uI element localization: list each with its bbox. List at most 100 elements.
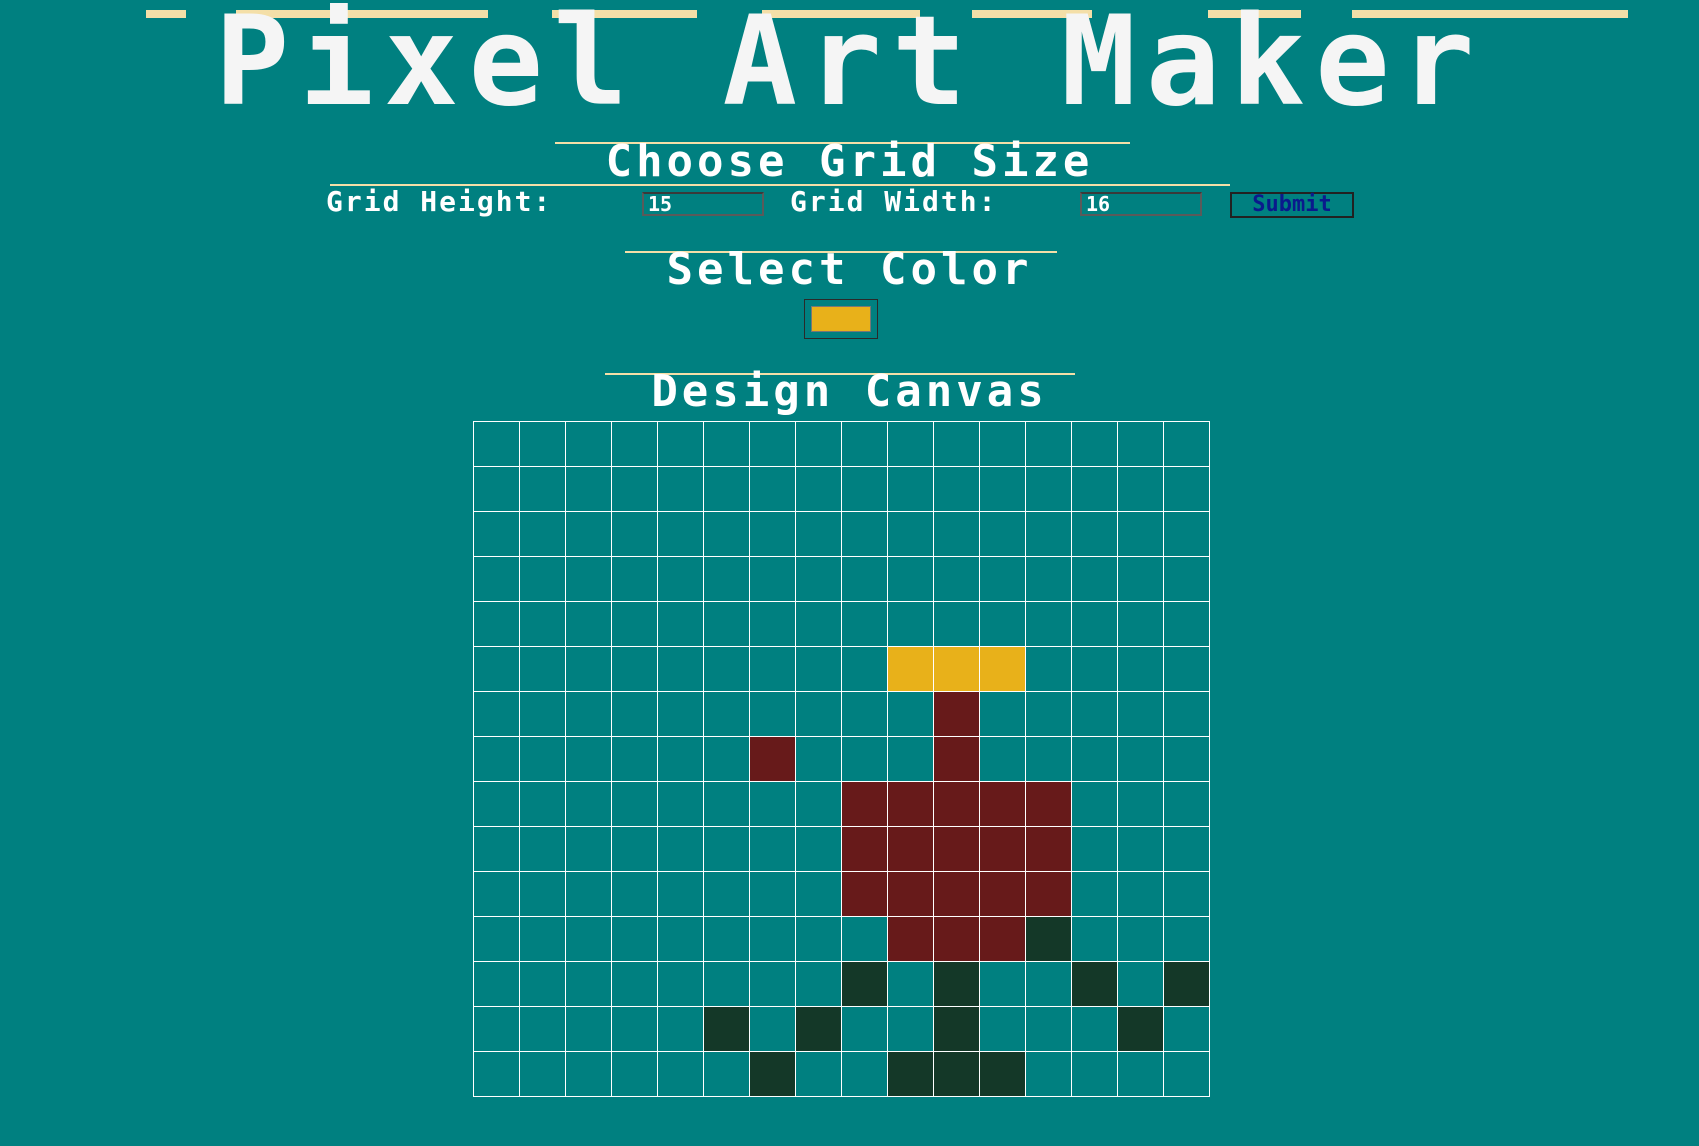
canvas-cell[interactable] (519, 556, 566, 602)
canvas-cell[interactable] (1117, 1006, 1164, 1052)
grid-height-input[interactable] (642, 192, 764, 216)
canvas-cell[interactable] (749, 961, 796, 1007)
canvas-cell[interactable] (979, 691, 1026, 737)
canvas-cell[interactable] (473, 466, 520, 512)
canvas-cell[interactable] (1025, 601, 1072, 647)
canvas-cell[interactable] (657, 421, 704, 467)
canvas-cell[interactable] (565, 1006, 612, 1052)
canvas-cell[interactable] (703, 1051, 750, 1097)
canvas-cell[interactable] (841, 916, 888, 962)
canvas-cell[interactable] (1025, 781, 1072, 827)
canvas-cell[interactable] (1071, 781, 1118, 827)
canvas-cell[interactable] (933, 556, 980, 602)
canvas-cell[interactable] (473, 961, 520, 1007)
canvas-cell[interactable] (1163, 916, 1210, 962)
canvas-cell[interactable] (795, 781, 842, 827)
canvas-cell[interactable] (1071, 556, 1118, 602)
canvas-cell[interactable] (565, 916, 612, 962)
canvas-cell[interactable] (657, 601, 704, 647)
canvas-cell[interactable] (1163, 1051, 1210, 1097)
canvas-cell[interactable] (933, 961, 980, 1007)
canvas-cell[interactable] (795, 421, 842, 467)
canvas-cell[interactable] (749, 781, 796, 827)
canvas-cell[interactable] (1117, 511, 1164, 557)
canvas-cell[interactable] (1163, 421, 1210, 467)
canvas-cell[interactable] (657, 646, 704, 692)
canvas-cell[interactable] (1163, 871, 1210, 917)
canvas-cell[interactable] (657, 961, 704, 1007)
canvas-cell[interactable] (519, 691, 566, 737)
canvas-cell[interactable] (703, 421, 750, 467)
canvas-cell[interactable] (1071, 511, 1118, 557)
canvas-cell[interactable] (887, 961, 934, 1007)
canvas-cell[interactable] (1071, 736, 1118, 782)
canvas-cell[interactable] (657, 511, 704, 557)
canvas-cell[interactable] (703, 826, 750, 872)
canvas-cell[interactable] (611, 1051, 658, 1097)
canvas-cell[interactable] (657, 916, 704, 962)
canvas-cell[interactable] (1117, 781, 1164, 827)
canvas-cell[interactable] (611, 871, 658, 917)
canvas-cell[interactable] (519, 736, 566, 782)
canvas-cell[interactable] (979, 736, 1026, 782)
canvas-cell[interactable] (611, 916, 658, 962)
canvas-cell[interactable] (473, 421, 520, 467)
canvas-cell[interactable] (565, 961, 612, 1007)
canvas-cell[interactable] (473, 826, 520, 872)
canvas-cell[interactable] (1071, 916, 1118, 962)
canvas-cell[interactable] (887, 916, 934, 962)
canvas-cell[interactable] (1025, 1051, 1072, 1097)
canvas-cell[interactable] (887, 421, 934, 467)
canvas-cell[interactable] (1163, 556, 1210, 602)
canvas-cell[interactable] (1163, 781, 1210, 827)
canvas-cell[interactable] (473, 556, 520, 602)
canvas-cell[interactable] (887, 646, 934, 692)
canvas-cell[interactable] (1025, 511, 1072, 557)
canvas-cell[interactable] (841, 421, 888, 467)
canvas-cell[interactable] (749, 691, 796, 737)
canvas-cell[interactable] (933, 691, 980, 737)
canvas-cell[interactable] (979, 781, 1026, 827)
canvas-cell[interactable] (1025, 736, 1072, 782)
canvas-cell[interactable] (473, 601, 520, 647)
canvas-cell[interactable] (933, 421, 980, 467)
canvas-cell[interactable] (657, 781, 704, 827)
canvas-cell[interactable] (611, 511, 658, 557)
canvas-cell[interactable] (657, 1051, 704, 1097)
canvas-cell[interactable] (519, 601, 566, 647)
canvas-cell[interactable] (1071, 1006, 1118, 1052)
canvas-cell[interactable] (1071, 466, 1118, 512)
canvas-cell[interactable] (473, 736, 520, 782)
canvas-cell[interactable] (795, 646, 842, 692)
canvas-cell[interactable] (887, 736, 934, 782)
canvas-cell[interactable] (565, 781, 612, 827)
canvas-cell[interactable] (1071, 871, 1118, 917)
canvas-cell[interactable] (841, 961, 888, 1007)
canvas-cell[interactable] (1025, 556, 1072, 602)
canvas-cell[interactable] (933, 916, 980, 962)
canvas-cell[interactable] (1163, 646, 1210, 692)
canvas-cell[interactable] (933, 601, 980, 647)
canvas-cell[interactable] (887, 871, 934, 917)
canvas-cell[interactable] (1117, 646, 1164, 692)
canvas-cell[interactable] (1025, 826, 1072, 872)
canvas-cell[interactable] (749, 916, 796, 962)
canvas-cell[interactable] (565, 646, 612, 692)
canvas-cell[interactable] (979, 646, 1026, 692)
canvas-cell[interactable] (1163, 1006, 1210, 1052)
canvas-cell[interactable] (749, 601, 796, 647)
canvas-cell[interactable] (749, 1006, 796, 1052)
canvas-cell[interactable] (611, 601, 658, 647)
canvas-cell[interactable] (519, 511, 566, 557)
canvas-cell[interactable] (657, 826, 704, 872)
canvas-cell[interactable] (1163, 466, 1210, 512)
canvas-cell[interactable] (1117, 601, 1164, 647)
canvas-cell[interactable] (1025, 646, 1072, 692)
canvas-cell[interactable] (933, 646, 980, 692)
canvas-cell[interactable] (1025, 871, 1072, 917)
canvas-cell[interactable] (1117, 556, 1164, 602)
canvas-cell[interactable] (841, 601, 888, 647)
canvas-cell[interactable] (1071, 601, 1118, 647)
canvas-cell[interactable] (1117, 1051, 1164, 1097)
canvas-cell[interactable] (795, 556, 842, 602)
